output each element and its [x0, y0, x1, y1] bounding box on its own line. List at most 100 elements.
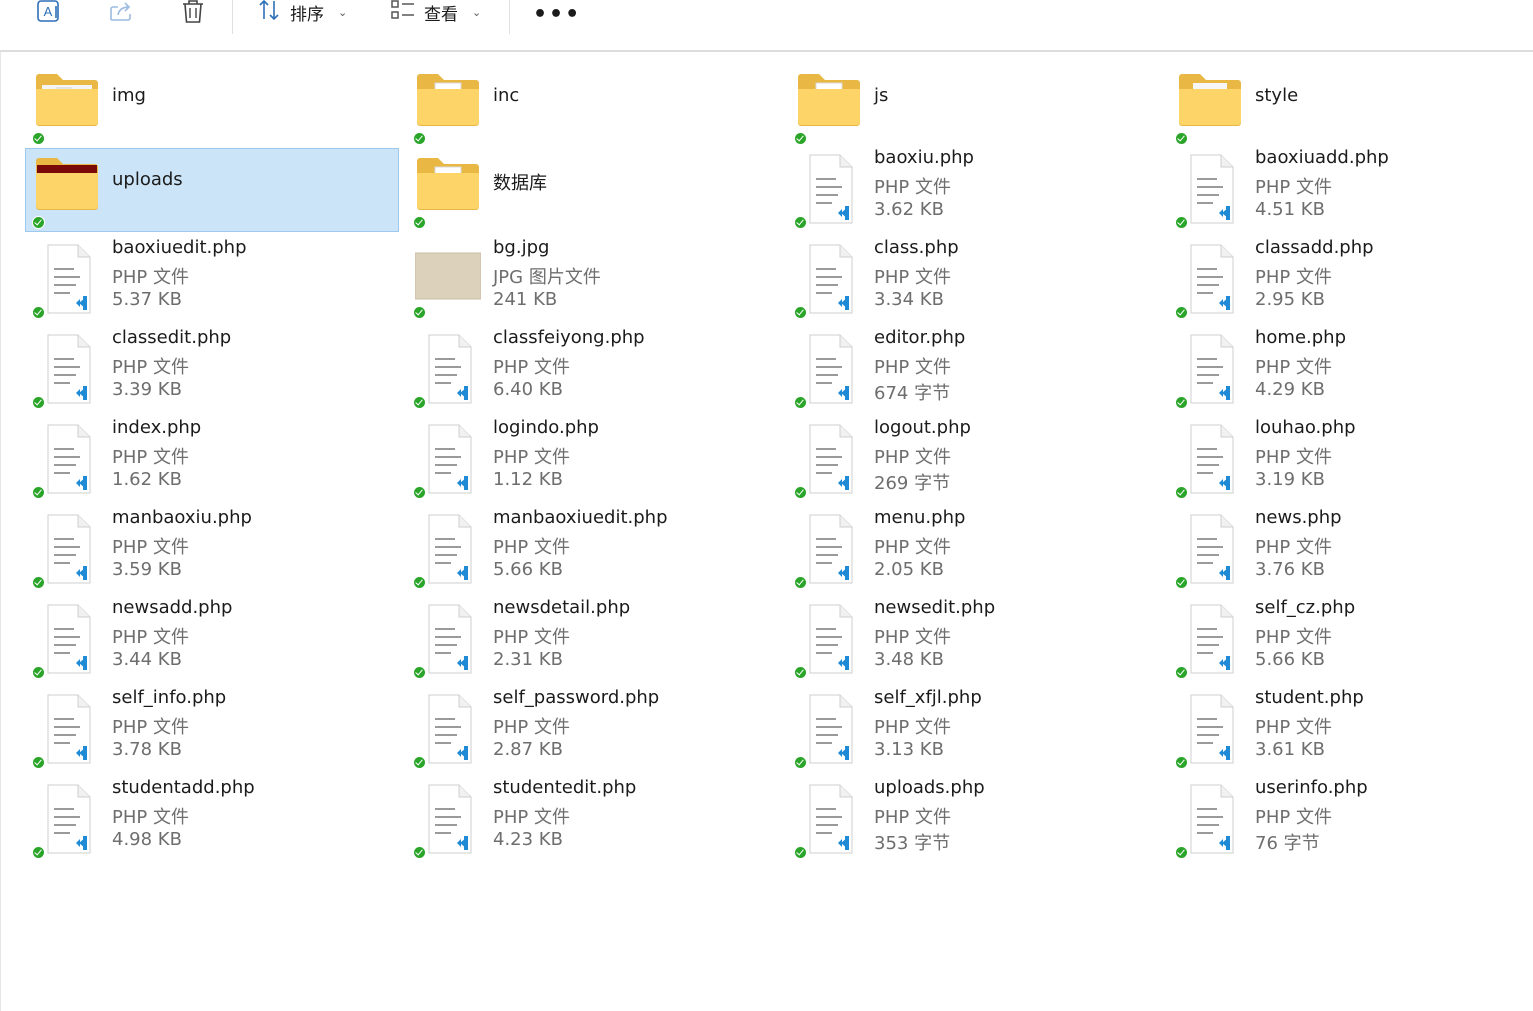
sync-status-icon — [1175, 486, 1188, 499]
php-file-icon — [796, 421, 862, 499]
php-file-icon — [34, 421, 100, 499]
item-type: PHP 文件 — [1255, 357, 1332, 378]
file-item[interactable]: manbaoxiu.php PHP 文件 3.59 KB — [25, 507, 399, 592]
file-item[interactable]: classfeiyong.php PHP 文件 6.40 KB — [406, 327, 780, 412]
share-icon[interactable] — [108, 0, 134, 24]
chevron-down-icon: ⌄ — [338, 5, 348, 19]
item-type: JPG 图片文件 — [493, 267, 601, 288]
folder-item[interactable]: inc — [406, 64, 780, 148]
file-item[interactable]: class.php PHP 文件 3.34 KB — [787, 237, 1161, 322]
file-item[interactable]: logindo.php PHP 文件 1.12 KB — [406, 417, 780, 502]
item-type: PHP 文件 — [112, 447, 189, 468]
folder-icon — [415, 67, 481, 145]
item-name: manbaoxiuedit.php — [493, 507, 668, 528]
item-name: home.php — [1255, 327, 1347, 348]
item-type: PHP 文件 — [112, 357, 189, 378]
folder-item[interactable]: img — [25, 64, 399, 148]
item-size: 269 字节 — [874, 473, 951, 494]
item-size: 2.87 KB — [493, 739, 563, 760]
item-size: 4.98 KB — [112, 829, 182, 850]
sync-status-icon — [1175, 846, 1188, 859]
item-type: PHP 文件 — [1255, 447, 1332, 468]
item-size: 76 字节 — [1255, 833, 1320, 854]
php-file-icon — [1177, 781, 1243, 859]
file-item[interactable]: logout.php PHP 文件 269 字节 — [787, 417, 1161, 502]
file-item[interactable]: newsedit.php PHP 文件 3.48 KB — [787, 597, 1161, 682]
item-size: 353 字节 — [874, 833, 951, 854]
sync-status-icon — [1175, 396, 1188, 409]
file-item[interactable]: editor.php PHP 文件 674 字节 — [787, 327, 1161, 412]
toolbar-separator — [509, 0, 510, 34]
folder-item[interactable]: 数据库 — [406, 148, 780, 232]
file-item[interactable]: baoxiuadd.php PHP 文件 4.51 KB — [1168, 147, 1533, 232]
item-size: 2.95 KB — [1255, 289, 1325, 310]
item-name: baoxiuedit.php — [112, 237, 247, 258]
file-item[interactable]: index.php PHP 文件 1.62 KB — [25, 417, 399, 502]
folder-icon — [34, 67, 100, 145]
item-type: PHP 文件 — [874, 177, 951, 198]
sync-status-icon — [413, 846, 426, 859]
file-item[interactable]: newsadd.php PHP 文件 3.44 KB — [25, 597, 399, 682]
sync-status-icon — [1175, 216, 1188, 229]
file-item[interactable]: newsdetail.php PHP 文件 2.31 KB — [406, 597, 780, 682]
item-type: PHP 文件 — [874, 447, 951, 468]
more-options-button[interactable]: ••• — [533, 2, 581, 27]
folder-icon — [796, 67, 862, 145]
sync-status-icon — [1175, 132, 1188, 145]
file-item[interactable]: news.php PHP 文件 3.76 KB — [1168, 507, 1533, 592]
item-size: 6.40 KB — [493, 379, 563, 400]
sync-status-icon — [794, 486, 807, 499]
folder-item[interactable]: uploads — [25, 148, 399, 232]
item-type: PHP 文件 — [112, 807, 189, 828]
file-item[interactable]: classedit.php PHP 文件 3.39 KB — [25, 327, 399, 412]
item-size: 3.44 KB — [112, 649, 182, 670]
item-type: PHP 文件 — [1255, 177, 1332, 198]
file-item[interactable]: bg.jpg JPG 图片文件 241 KB — [406, 237, 780, 322]
file-item[interactable]: menu.php PHP 文件 2.05 KB — [787, 507, 1161, 592]
php-file-icon — [796, 331, 862, 409]
item-type: PHP 文件 — [112, 627, 189, 648]
file-item[interactable]: self_xfjl.php PHP 文件 3.13 KB — [787, 687, 1161, 772]
sync-status-icon — [32, 306, 45, 319]
folder-item[interactable]: style — [1168, 64, 1533, 148]
file-item[interactable]: louhao.php PHP 文件 3.19 KB — [1168, 417, 1533, 502]
item-type: PHP 文件 — [493, 537, 570, 558]
php-file-icon — [415, 331, 481, 409]
file-item[interactable]: baoxiu.php PHP 文件 3.62 KB — [787, 147, 1161, 232]
php-file-icon — [415, 781, 481, 859]
sort-button[interactable]: 排序 ⌄ — [258, 0, 348, 25]
file-item[interactable]: studentadd.php PHP 文件 4.98 KB — [25, 777, 399, 862]
php-file-icon — [796, 781, 862, 859]
sync-status-icon — [794, 846, 807, 859]
sync-status-icon — [794, 666, 807, 679]
rename-icon[interactable]: A — [36, 0, 62, 24]
view-icon — [390, 0, 416, 26]
file-item[interactable]: uploads.php PHP 文件 353 字节 — [787, 777, 1161, 862]
file-item[interactable]: self_password.php PHP 文件 2.87 KB — [406, 687, 780, 772]
php-file-icon — [1177, 601, 1243, 679]
item-type: PHP 文件 — [1255, 537, 1332, 558]
file-item[interactable]: manbaoxiuedit.php PHP 文件 5.66 KB — [406, 507, 780, 592]
php-file-icon — [796, 691, 862, 769]
php-file-icon — [796, 151, 862, 229]
delete-icon[interactable] — [180, 0, 206, 24]
item-size: 2.31 KB — [493, 649, 563, 670]
sync-status-icon — [413, 486, 426, 499]
file-item[interactable]: userinfo.php PHP 文件 76 字节 — [1168, 777, 1533, 862]
file-item[interactable]: student.php PHP 文件 3.61 KB — [1168, 687, 1533, 772]
item-type: PHP 文件 — [1255, 627, 1332, 648]
file-item[interactable]: classadd.php PHP 文件 2.95 KB — [1168, 237, 1533, 322]
php-file-icon — [415, 601, 481, 679]
php-file-icon — [1177, 691, 1243, 769]
image-thumbnail-icon — [414, 241, 482, 319]
view-button[interactable]: 查看 ⌄ — [390, 0, 481, 26]
item-name: newsedit.php — [874, 597, 996, 618]
file-item[interactable]: studentedit.php PHP 文件 4.23 KB — [406, 777, 780, 862]
file-item[interactable]: home.php PHP 文件 4.29 KB — [1168, 327, 1533, 412]
folder-item[interactable]: js — [787, 64, 1161, 148]
file-item[interactable]: baoxiuedit.php PHP 文件 5.37 KB — [25, 237, 399, 322]
folder-icon — [34, 151, 100, 229]
item-name: logindo.php — [493, 417, 599, 438]
file-item[interactable]: self_info.php PHP 文件 3.78 KB — [25, 687, 399, 772]
file-item[interactable]: self_cz.php PHP 文件 5.66 KB — [1168, 597, 1533, 682]
